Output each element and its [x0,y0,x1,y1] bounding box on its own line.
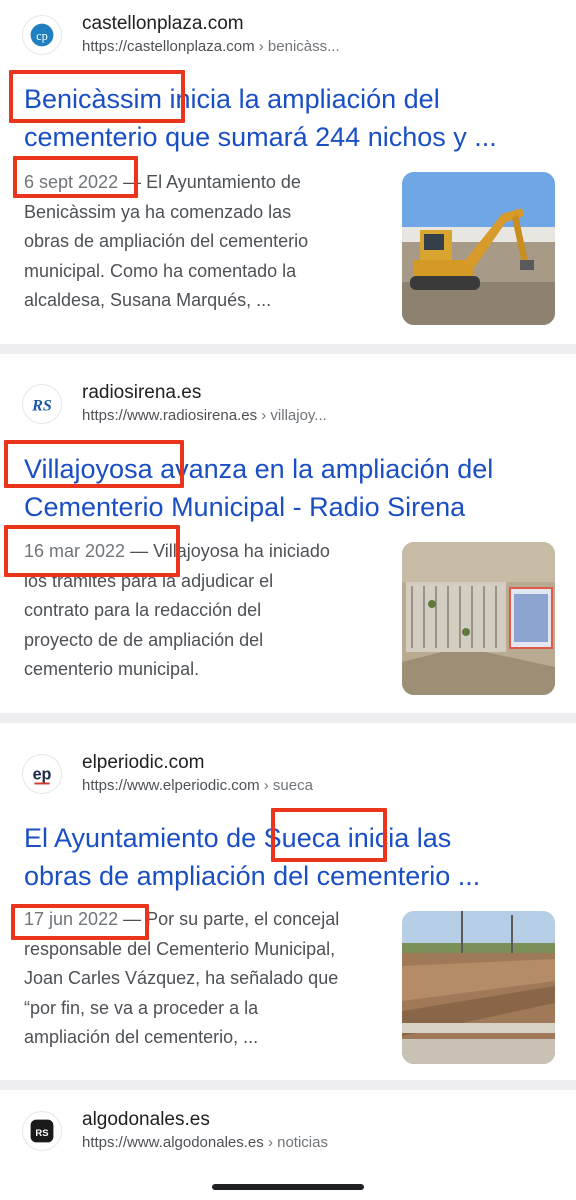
site-name: algodonales.es [82,1109,210,1130]
radiosirena-favicon-icon: RS [22,384,62,424]
result-snippet: 16 mar 2022 — Villajoyosa ha iniciado lo… [24,541,330,679]
result-date: 6 sept 2022 [24,172,119,192]
svg-text:RS: RS [35,1128,48,1139]
result-card: cp castellonplaza.com https://castellonp… [0,0,576,344]
svg-text:RS: RS [31,398,52,415]
aerial-photo-thumbnail[interactable] [402,542,555,695]
site-url: https://www.algodonales.es › noticias [82,1134,328,1151]
site-url: https://castellonplaza.com › benicàss... [82,38,340,55]
site-url: https://www.elperiodic.com › sueca [82,777,313,794]
result-separator [0,713,576,723]
result-card: ep elperiodic.com https://www.elperiodic… [0,723,576,1080]
algodonales-favicon-icon: RS [22,1111,62,1151]
excavator-photo-thumbnail[interactable] [402,172,555,325]
site-header[interactable]: RS algodonales.es https://www.algodonale… [22,1108,328,1154]
result-title-link[interactable]: Benicàssim inicia la ampliación del ceme… [24,80,554,156]
elperiodic-favicon-icon: ep [22,754,62,794]
site-name: elperiodic.com [82,752,205,773]
site-header[interactable]: cp castellonplaza.com https://castellonp… [22,12,340,58]
result-separator [0,344,576,354]
castellonplaza-favicon-icon: cp [22,15,62,55]
result-card: RS radiosirena.es https://www.radiosiren… [0,354,576,713]
construction-trench-photo-thumbnail[interactable] [402,911,555,1064]
result-date: 16 mar 2022 [24,541,126,561]
site-url: https://www.radiosirena.es › villajoy... [82,407,327,424]
svg-text:ep: ep [33,766,52,784]
result-title-link[interactable]: Villajoyosa avanza en la ampliación del … [24,450,554,526]
svg-text:cp: cp [36,29,48,43]
result-snippet: 6 sept 2022 — El Ayuntamiento de Benicàs… [24,172,309,310]
site-header[interactable]: ep elperiodic.com https://www.elperiodic… [22,751,313,797]
result-snippet: 17 jun 2022 — Por su parte, el concejal … [24,909,340,1047]
gesture-home-bar[interactable] [212,1184,364,1190]
site-name: radiosirena.es [82,382,202,403]
result-date: 17 jun 2022 [24,909,119,929]
site-header[interactable]: RS radiosirena.es https://www.radiosiren… [22,381,327,427]
search-results-page: cp castellonplaza.com https://castellonp… [0,0,576,1200]
site-name: castellonplaza.com [82,13,244,34]
result-title-link[interactable]: El Ayuntamiento de Sueca inicia las obra… [24,819,554,895]
result-separator [0,1080,576,1090]
